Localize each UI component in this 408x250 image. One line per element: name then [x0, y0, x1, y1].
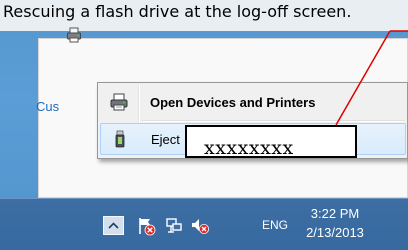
customize-link[interactable]: Cus [36, 99, 59, 114]
devices-printer-icon [100, 86, 138, 118]
menu-item-label: Eject [151, 131, 180, 147]
caption-text: Rescuing a flash drive at the log-off sc… [0, 0, 408, 31]
clock-date: 2/13/2013 [306, 225, 364, 240]
printer-small-icon [66, 27, 82, 43]
clock-time: 3:22 PM [310, 206, 360, 221]
show-hidden-icons-chevron-icon[interactable] [103, 216, 124, 235]
menu-separator [142, 120, 404, 122]
action-center-flag-icon[interactable] [136, 216, 156, 236]
network-icon[interactable] [164, 216, 184, 236]
menu-item-open-devices-and-printers[interactable]: Open Devices and Printers [100, 86, 406, 118]
input-language-indicator[interactable]: ENG [262, 218, 288, 232]
menu-item-label: Open Devices and Printers [150, 94, 316, 110]
taskbar-clock[interactable]: 3:22 PM 2/13/2013 [300, 204, 370, 242]
redaction-text: xxxxxxxx [204, 137, 294, 159]
volume-muted-icon[interactable] [190, 216, 210, 236]
usb-drive-icon [101, 123, 139, 155]
